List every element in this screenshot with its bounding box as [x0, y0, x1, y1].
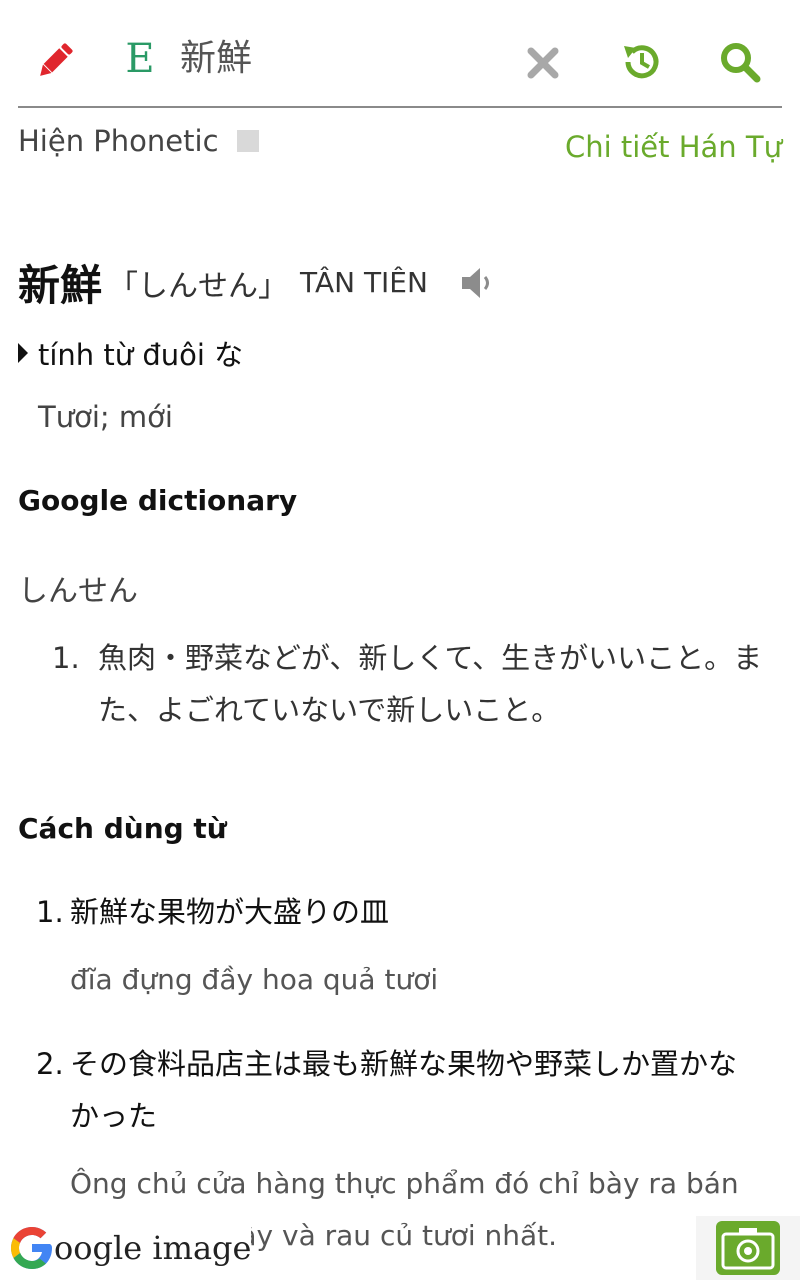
example-japanese: その食料品店主は最も新鮮な果物や野菜しか置かなかった [70, 1047, 738, 1133]
language-toggle-button[interactable]: E [120, 34, 160, 84]
usage-title: Cách dùng từ [18, 812, 227, 845]
search-query-text[interactable]: 新鮮 [180, 36, 252, 82]
camera-icon [716, 1221, 780, 1275]
definition-number: 1. [52, 641, 80, 675]
example-number: 1. [36, 895, 64, 929]
pencil-icon[interactable] [30, 36, 80, 86]
search-icon[interactable] [716, 38, 764, 86]
phonetic-label: Hiện Phonetic [18, 124, 219, 158]
entry-hanviet: TÂN TIÊN [300, 266, 428, 299]
example-vietnamese: đĩa đựng đầy hoa quả tươi [70, 963, 439, 996]
toolbar-divider [18, 106, 782, 108]
entry-word: 新鮮 [18, 261, 103, 310]
example-japanese: 新鮮な果物が大盛りの皿 [70, 895, 390, 929]
google-dictionary-reading: しんせん [18, 574, 138, 609]
example-number: 2. [36, 1047, 64, 1081]
history-icon[interactable] [618, 38, 666, 86]
part-of-speech-label: tính từ đuôi な [38, 338, 244, 372]
phonetic-checkbox[interactable] [236, 130, 259, 152]
entry-meaning: Tươi; mới [38, 400, 173, 434]
kanji-detail-link[interactable]: Chi tiết Hán Tự [565, 130, 782, 164]
part-of-speech[interactable]: tính từ đuôi な [18, 332, 243, 374]
usage-example: 1. 新鮮な果物が大盛りの皿 đĩa đựng đầy hoa quả tươi [36, 886, 756, 1006]
google-image-label: oogle image [54, 1229, 252, 1267]
google-image-button[interactable]: oogle image [8, 1220, 252, 1276]
close-icon[interactable] [520, 40, 566, 86]
expand-triangle-icon [18, 343, 28, 363]
top-toolbar: E 新鮮 [0, 0, 800, 108]
speaker-icon[interactable] [458, 263, 498, 303]
google-logo-icon [11, 1227, 52, 1269]
phonetic-toggle[interactable]: Hiện Phonetic [18, 124, 259, 158]
camera-button[interactable] [696, 1216, 800, 1280]
definition-item: 1. 魚肉・野菜などが、新しくて、生きがいいこと。また、よごれていないで新しいこ… [52, 632, 772, 736]
entry-header: 新鮮 「しんせん」 TÂN TIÊN [18, 252, 498, 313]
definition-text: 魚肉・野菜などが、新しくて、生きがいいこと。また、よごれていないで新しいこと。 [98, 641, 763, 727]
google-dictionary-title: Google dictionary [18, 484, 298, 517]
entry-reading: 「しんせん」 [108, 268, 289, 304]
